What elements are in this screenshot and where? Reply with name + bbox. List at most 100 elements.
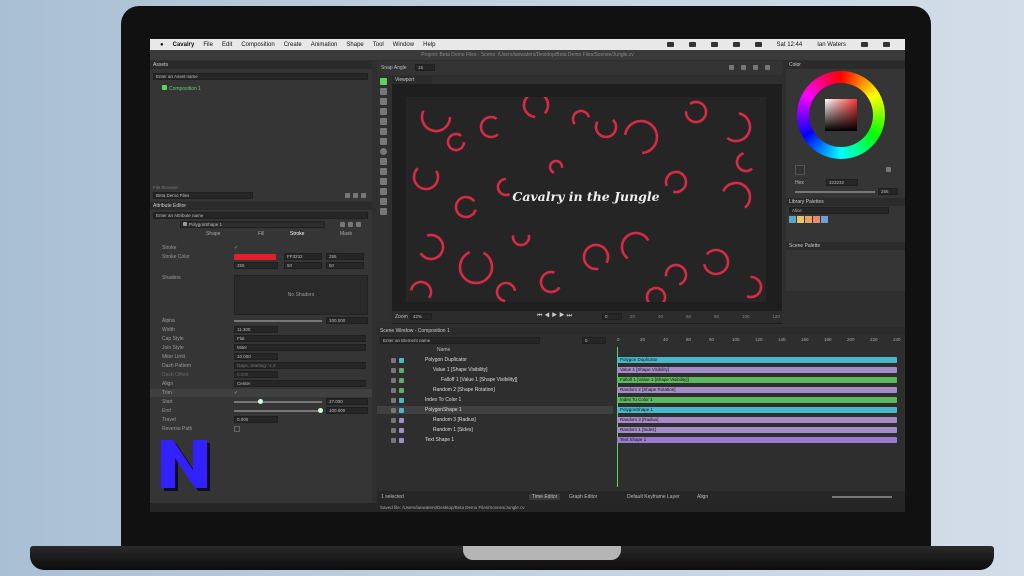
menubar-user[interactable]: Ian Waters [817,42,846,48]
hex-field[interactable]: 323232 [826,179,858,186]
volume-icon[interactable] [732,42,740,47]
alpha-slider[interactable] [234,320,322,322]
eyedropper-icon[interactable] [886,167,891,172]
stroke-color-swatch[interactable] [234,254,276,260]
menu-list-icon[interactable] [883,42,890,47]
menu-shape[interactable]: Shape [346,42,363,48]
menu-animation[interactable]: Animation [311,42,338,48]
color-alpha-field[interactable]: 255 [878,188,898,195]
current-color-swatch[interactable] [795,165,805,175]
layer-row[interactable]: Index To Color 1 [377,396,613,404]
start-slider-handle[interactable] [258,399,263,404]
stroke-r-field-top[interactable]: 255 [326,253,364,260]
visibility-icon[interactable] [391,417,396,423]
layer-color-tag[interactable] [399,417,404,423]
dash-offset-field[interactable]: 0.000 [234,371,278,378]
layer-row[interactable]: Value 1 [Shape Visibility] [377,366,613,374]
rectangle-tool-icon[interactable] [379,138,387,145]
layer-row[interactable]: Falloff 1 [Value 1 [Shape Visibility]] [377,376,613,384]
timeline-zoom-slider[interactable] [832,496,892,498]
current-frame-field[interactable]: 0 [602,313,622,320]
timeline-track-bar[interactable]: Index To Color 1 [617,397,897,403]
palette-swatch[interactable] [797,216,804,223]
width-field[interactable]: 11.300 [234,326,278,333]
dash-pattern-field[interactable]: Gaps, Starting: '4,4' [234,362,366,369]
visibility-icon[interactable] [391,407,396,413]
layer-color-tag[interactable] [399,427,404,433]
wifi-icon[interactable] [710,42,718,47]
palette-swatch[interactable] [813,216,820,223]
timeline-track-bar[interactable]: Polygon Duplicator [617,357,897,363]
cap-style-select[interactable]: Flat [234,335,366,342]
fullscreen-icon[interactable] [753,65,758,70]
tab-mask[interactable]: Mask [340,231,352,237]
menu-help[interactable]: Help [423,42,435,48]
keyframe-layer-select[interactable]: Default Keyframe Layer [627,494,680,500]
visibility-icon[interactable] [391,397,396,403]
menu-composition[interactable]: Composition [241,42,274,48]
cloud-icon[interactable] [688,42,696,47]
asset-item-composition[interactable]: Composition 1 [162,85,201,92]
travel-field[interactable]: 0.000 [234,416,278,423]
snap-angle-field[interactable]: 15 [415,64,435,71]
join-style-select[interactable]: Miter [234,344,366,351]
tab-stroke[interactable]: Stroke [290,231,304,237]
settings-icon[interactable] [356,222,361,227]
menu-create[interactable]: Create [284,42,302,48]
reverse-path-checkbox[interactable] [234,426,240,432]
menu-edit[interactable]: Edit [222,42,232,48]
battery-icon[interactable] [754,42,762,47]
timeline-track-bar[interactable]: Text Shape 1 [617,437,897,443]
rotate-tool-icon[interactable] [379,178,387,185]
line-tool-icon[interactable] [379,118,387,125]
dropbox-icon[interactable] [666,42,674,47]
direct-select-tool-icon[interactable] [379,88,387,95]
assets-search-input[interactable]: Enter an Asset name [153,73,368,80]
visibility-icon[interactable] [391,357,396,363]
trim-checkbox[interactable]: ✓ [234,390,238,396]
element-search-input[interactable]: Enter an Element name [380,337,540,344]
visibility-icon[interactable] [391,377,396,383]
layer-row[interactable]: Random 3 [Radius] [377,416,613,424]
layer-color-tag[interactable] [399,387,404,393]
scene-frame-field[interactable]: 0 [582,337,606,344]
end-field[interactable]: 100.000 [326,407,368,414]
tab-fill[interactable]: Fill [258,231,264,237]
visibility-icon[interactable] [391,437,396,443]
color-wheel[interactable] [797,71,885,159]
end-slider-handle[interactable] [318,408,323,413]
pencil-tool-icon[interactable] [379,108,387,115]
layer-color-tag[interactable] [399,367,404,373]
palette-swatch[interactable] [821,216,828,223]
new-folder-icon[interactable] [353,193,358,198]
start-slider[interactable] [234,399,322,404]
select-tool-icon[interactable] [379,78,387,85]
guides-icon[interactable] [741,65,746,70]
layer-color-tag[interactable] [399,377,404,383]
layer-row[interactable]: Random 1 [Sides] [377,426,613,434]
trash-icon[interactable] [361,193,366,198]
stroke-b-field[interactable]: 50 [326,262,364,269]
stroke-checkbox[interactable]: ✓ [234,245,238,251]
timeline-track-bar[interactable]: Random 1 [Sides] [617,427,897,433]
time-editor-tab[interactable]: Time Editor [529,494,561,500]
pen-tool-icon[interactable] [379,98,387,105]
timeline-track-bar[interactable]: Random 2 [Shape Rotation] [617,387,897,393]
star-tool-icon[interactable] [379,168,387,175]
polygon-tool-icon[interactable] [379,158,387,165]
menu-window[interactable]: Window [393,42,414,48]
layer-row[interactable]: Random 2 [Shape Rotation] [377,386,613,394]
measure-tool-icon[interactable] [379,208,387,215]
graph-editor-tab[interactable]: Graph Editor [569,494,597,500]
layer-row[interactable]: Text Shape 1 [377,436,613,444]
visibility-icon[interactable] [391,367,396,373]
grid-icon[interactable] [729,65,734,70]
stroke-hex-field[interactable]: FF3232 [284,253,322,260]
menu-file[interactable]: File [203,42,213,48]
layer-color-tag[interactable] [399,437,404,443]
stroke-g-field[interactable]: 50 [284,262,322,269]
attribute-search-input[interactable]: Enter an Attribute name [153,212,368,219]
menu-tool[interactable]: Tool [373,42,384,48]
layer-row[interactable]: PolygonShape 1 [377,406,613,414]
menubar-clock[interactable]: Sat 12:44 [777,42,803,48]
